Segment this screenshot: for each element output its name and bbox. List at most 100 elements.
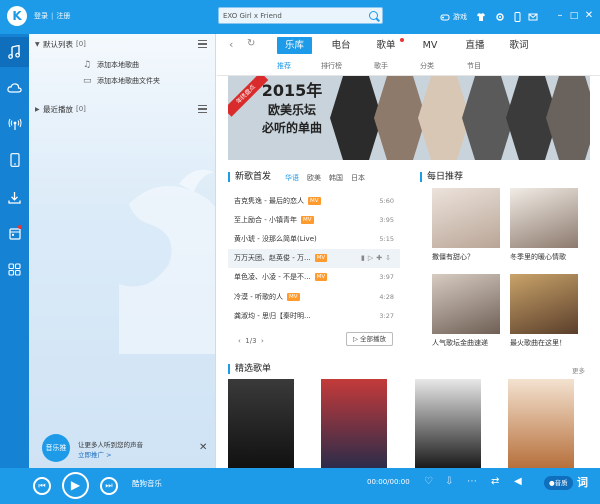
- lyrics-button[interactable]: 词: [577, 474, 588, 490]
- song-row[interactable]: 单色凌、小凌 - 不是不... MV 3:97: [228, 268, 400, 287]
- more-link[interactable]: 更多: [572, 365, 585, 375]
- subtab-programs[interactable]: 节目: [467, 61, 481, 71]
- promo-badge[interactable]: 音乐推: [42, 434, 70, 462]
- prev-page-icon[interactable]: ‹: [238, 337, 241, 345]
- game-button[interactable]: 游戏: [440, 12, 467, 22]
- mv-badge[interactable]: MV: [300, 215, 314, 224]
- repeat-icon[interactable]: ⇄: [491, 476, 499, 487]
- register-link[interactable]: 注册: [56, 12, 70, 20]
- banner-line3: 必听的单曲: [261, 121, 322, 135]
- promo-close-icon[interactable]: ✕: [199, 442, 207, 453]
- cloud-icon[interactable]: [0, 73, 29, 103]
- mobile-icon[interactable]: [514, 12, 521, 22]
- filter-western[interactable]: 欧美: [307, 173, 321, 183]
- recent-list-count: [0]: [76, 105, 86, 113]
- subtab-charts[interactable]: 排行榜: [321, 61, 342, 71]
- tab-radio[interactable]: 电台: [327, 37, 355, 54]
- filter-korean[interactable]: 韩国: [329, 173, 343, 183]
- subtab-categories[interactable]: 分类: [420, 61, 434, 71]
- refresh-icon[interactable]: ↻: [247, 38, 255, 49]
- daily-caption: 冬季里的暖心情歌: [510, 253, 566, 261]
- volume-icon[interactable]: ◀: [514, 476, 522, 487]
- page-indicator: 1/3: [245, 337, 257, 345]
- collapse-arrow-icon[interactable]: ▼: [35, 41, 43, 48]
- playlist-cover[interactable]: [508, 379, 574, 468]
- song-row-actions[interactable]: ▮▷✚⇩: [361, 254, 394, 262]
- song-row[interactable]: 吉克隽逸 - 最后的恋人 MV 5:60: [228, 191, 400, 210]
- song-row[interactable]: 龚淑均 - 思归【秦时明... 3:27: [228, 306, 400, 325]
- minimize-icon[interactable]: –: [554, 10, 566, 22]
- recent-list-header[interactable]: ▶ 最近播放 [0]: [29, 99, 215, 119]
- tab-playlists[interactable]: 歌单: [371, 37, 404, 54]
- download-icon[interactable]: [0, 182, 29, 212]
- search-icon[interactable]: [369, 11, 378, 20]
- maximize-icon[interactable]: □: [568, 10, 580, 22]
- tab-library[interactable]: 乐库: [277, 37, 312, 54]
- back-arrow-icon[interactable]: ‹: [229, 38, 233, 51]
- mv-badge[interactable]: MV: [314, 254, 328, 263]
- more-options-icon[interactable]: ⋯: [467, 476, 477, 487]
- filter-chinese[interactable]: 华语: [285, 173, 299, 183]
- cover-image: [510, 188, 578, 248]
- phone-icon[interactable]: [0, 145, 29, 175]
- calendar-icon[interactable]: [0, 218, 29, 248]
- playback-time: 00:00/00:00: [367, 478, 410, 486]
- song-title: 万万天团、赵英俊 - 万...: [234, 254, 311, 263]
- music-note-icon[interactable]: [0, 37, 29, 67]
- playlist-cover[interactable]: [415, 379, 481, 468]
- apps-icon[interactable]: [0, 254, 29, 284]
- shirt-icon[interactable]: [476, 12, 486, 22]
- playlist-cover[interactable]: [228, 379, 294, 468]
- daily-item[interactable]: 冬季里的暖心情歌: [510, 188, 578, 262]
- filter-japanese[interactable]: 日本: [351, 173, 365, 183]
- song-row[interactable]: 黄小琥 - 没那么简单(Live) 5:15: [228, 229, 400, 248]
- recent-menu-icon[interactable]: [198, 105, 207, 113]
- tab-live[interactable]: 直播: [461, 37, 489, 54]
- add-local-folder-link[interactable]: ▭ 添加本地歌曲文件夹: [83, 74, 160, 88]
- previous-track-icon[interactable]: ⏮: [33, 477, 51, 495]
- play-pause-icon[interactable]: ▶: [62, 472, 89, 499]
- next-track-icon[interactable]: ⏭: [100, 477, 118, 495]
- song-row[interactable]: 万万天团、赵英俊 - 万... MV ▮▷✚⇩: [228, 248, 400, 268]
- kugou-logo[interactable]: K: [7, 6, 27, 26]
- banner-carousel[interactable]: 年终盘点 2015年 欧美乐坛 必听的单曲: [228, 76, 590, 160]
- playlist-cover[interactable]: [321, 379, 387, 468]
- tab-lyrics[interactable]: 歌词: [505, 37, 533, 54]
- sub-nav: 推荐 排行榜 歌手 分类 节目: [217, 58, 600, 76]
- download-icon[interactable]: ⇩: [445, 476, 453, 487]
- daily-item[interactable]: 撒僵有甜心？: [432, 188, 500, 262]
- tab-mv[interactable]: MV: [417, 37, 443, 54]
- next-page-icon[interactable]: ›: [261, 337, 264, 345]
- mv-badge[interactable]: MV: [307, 196, 321, 205]
- radio-icon[interactable]: [0, 109, 29, 139]
- subtab-singers[interactable]: 歌手: [374, 61, 388, 71]
- daily-item[interactable]: 人气歌坛金曲速递: [432, 274, 500, 348]
- expand-arrow-icon[interactable]: ▶: [35, 106, 43, 113]
- add-local-song-link[interactable]: ♫ 添加本地歌曲: [83, 58, 139, 72]
- banner-line2: 欧美乐坛: [267, 103, 316, 117]
- left-icon-bar: [0, 34, 29, 468]
- new-songs-list: 吉克隽逸 - 最后的恋人 MV 5:60 至上励合 - 小镇青年 MV 3:95 黄小琥…: [228, 191, 400, 325]
- play-icon: ▷: [352, 335, 358, 343]
- main-content: ‹ ↻ 乐库 电台 歌单 MV 直播 歌词 推荐 排行榜 歌手 分类 节目 年终…: [217, 34, 600, 468]
- default-list-count: [0]: [76, 40, 86, 48]
- mv-badge[interactable]: MV: [286, 292, 300, 301]
- song-row[interactable]: 至上励合 - 小镇青年 MV 3:95: [228, 210, 400, 229]
- search-input[interactable]: [219, 8, 359, 23]
- mv-badge[interactable]: MV: [314, 273, 328, 282]
- list-menu-icon[interactable]: [198, 40, 207, 48]
- mail-icon[interactable]: [528, 12, 538, 22]
- login-links: 登录 | 注册: [34, 11, 70, 21]
- quality-badge[interactable]: ●音质: [544, 476, 573, 490]
- heart-icon[interactable]: ♡: [424, 476, 433, 487]
- play-all-button[interactable]: ▷ 全部播放: [346, 332, 393, 346]
- login-link[interactable]: 登录: [34, 12, 48, 20]
- default-list-header[interactable]: ▼ 默认列表 [0]: [29, 34, 215, 54]
- promo-link[interactable]: 立即推广: [78, 451, 104, 459]
- new-dot: [400, 38, 404, 42]
- daily-item[interactable]: 最火歌曲在这里！: [510, 274, 578, 348]
- close-icon[interactable]: ✕: [583, 10, 595, 22]
- settings-icon[interactable]: [495, 12, 505, 22]
- subtab-recommend[interactable]: 推荐: [277, 61, 291, 71]
- song-row[interactable]: 冷漠 - 听歌的人 MV 4:28: [228, 287, 400, 306]
